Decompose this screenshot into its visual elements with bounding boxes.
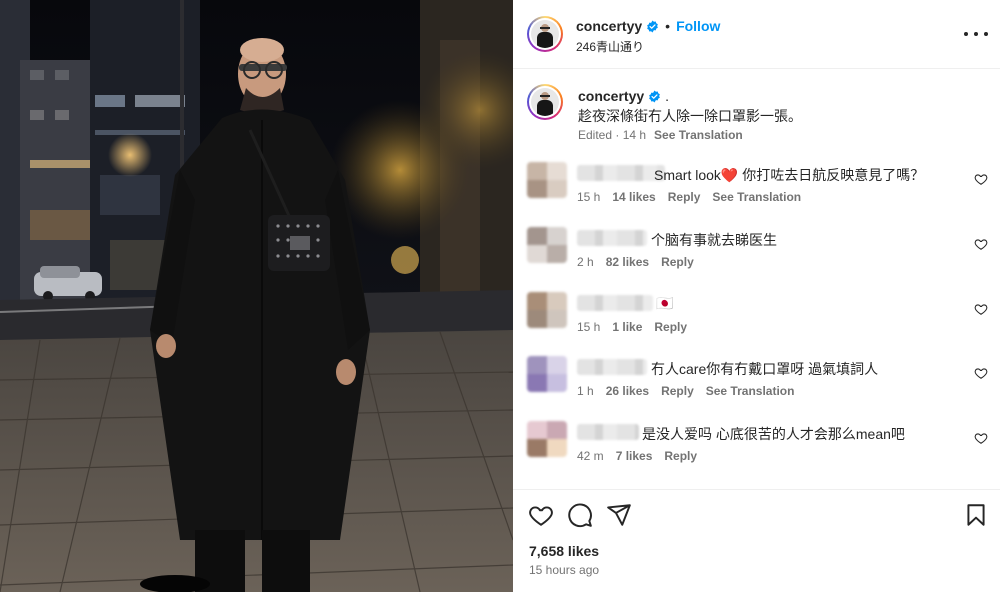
comment-meta: 42 m 7 likes Reply — [577, 449, 709, 463]
heart-outline-icon[interactable] — [974, 366, 988, 380]
commenter-avatar-blurred[interactable] — [527, 162, 567, 198]
comment-reply-button[interactable]: Reply — [654, 320, 687, 334]
caption-author-avatar[interactable] — [527, 84, 563, 120]
actions-divider — [513, 489, 1000, 490]
commenter-avatar-blurred[interactable] — [527, 292, 567, 328]
comment-icon[interactable] — [567, 502, 593, 528]
comment-time: 42 m — [577, 449, 604, 463]
heart-outline-icon[interactable] — [974, 237, 988, 251]
caption-see-translation-link[interactable]: See Translation — [654, 128, 743, 142]
comment-reply-button[interactable]: Reply — [668, 190, 701, 204]
verified-badge-icon — [649, 90, 661, 102]
photo-night-street-man-in-black-coat — [0, 0, 513, 592]
caption-text: 趁夜深條街冇人除一除口罩影一張。 — [578, 108, 802, 124]
comment-likes[interactable]: 7 likes — [616, 449, 653, 463]
comment-meta: 15 h 14 likes Reply See Translation — [577, 190, 813, 204]
commenter-username-blurred[interactable] — [577, 424, 639, 440]
commenter-avatar-blurred[interactable] — [527, 227, 567, 263]
commenter-avatar-blurred[interactable] — [527, 421, 567, 457]
heart-icon[interactable] — [528, 502, 554, 528]
caption-edited-time: Edited · 14 h — [578, 128, 647, 142]
comment-meta: 1 h 26 likes Reply See Translation — [577, 384, 806, 398]
commenter-username-blurred[interactable] — [577, 359, 647, 375]
post-header: concertyy • Follow 246青山通り — [513, 0, 1000, 69]
comment-text: Smart look❤️ 你打咗去日航反映意見了嗎？ — [654, 167, 925, 183]
author-row: concertyy • Follow — [576, 18, 720, 34]
comment-time: 15 h — [577, 320, 601, 334]
author-username[interactable]: concertyy — [576, 18, 642, 34]
comment-reply-button[interactable]: Reply — [664, 449, 697, 463]
caption-trailing-dot: . — [665, 88, 670, 104]
post-detail-panel: concertyy • Follow 246青山通り concertyy . 趁… — [513, 0, 1000, 592]
likes-count[interactable]: 7,658 likes — [529, 543, 599, 559]
comment-text: 🇯🇵 — [656, 295, 674, 311]
comment-meta: 2 h 82 likes Reply — [577, 255, 706, 269]
caption-username[interactable]: concertyy — [578, 88, 644, 104]
heart-outline-icon[interactable] — [974, 431, 988, 445]
comment-time: 15 h — [577, 190, 601, 204]
bookmark-icon[interactable] — [963, 502, 989, 528]
comment-item: 🇯🇵 15 h 1 like Reply — [513, 292, 1000, 352]
commenter-username-blurred[interactable] — [577, 230, 647, 246]
comment-item: 是没人爱吗 心底很苦的人才会那么mean吧 42 m 7 likes Reply — [513, 421, 1000, 481]
post-photo[interactable] — [0, 0, 513, 592]
commenter-username-blurred[interactable] — [577, 165, 665, 181]
comment-text: 是没人爱吗 心底很苦的人才会那么mean吧 — [642, 426, 905, 442]
heart-outline-icon[interactable] — [974, 172, 988, 186]
verified-badge-icon — [647, 20, 659, 32]
comment-likes[interactable]: 26 likes — [606, 384, 649, 398]
comment-reply-button[interactable]: Reply — [661, 384, 694, 398]
comment-see-translation-link[interactable]: See Translation — [712, 190, 801, 204]
commenter-avatar-blurred[interactable] — [527, 356, 567, 392]
share-icon[interactable] — [606, 502, 632, 528]
caption-author-row: concertyy . — [578, 88, 669, 104]
comment-time: 2 h — [577, 255, 594, 269]
comment-likes[interactable]: 14 likes — [612, 190, 655, 204]
commenter-username-blurred[interactable] — [577, 295, 653, 311]
post-location[interactable]: 246青山通り — [576, 38, 644, 55]
comment-text: 个脑有事就去睇医生 — [651, 232, 777, 248]
comment-item: Smart look❤️ 你打咗去日航反映意見了嗎？ 15 h 14 likes R… — [513, 162, 1000, 222]
post-caption: concertyy . 趁夜深條街冇人除一除口罩影一張。 Edited · 14… — [513, 70, 1000, 152]
comment-item: 冇人care你有冇戴口罩呀 過氣填詞人 1 h 26 likes Reply See … — [513, 356, 1000, 416]
comment-see-translation-link[interactable]: See Translation — [706, 384, 795, 398]
comment-likes[interactable]: 82 likes — [606, 255, 649, 269]
comment-time: 1 h — [577, 384, 594, 398]
follow-button[interactable]: Follow — [676, 18, 720, 34]
comment-item: 个脑有事就去睇医生 2 h 82 likes Reply — [513, 227, 1000, 287]
more-horizontal-icon[interactable] — [964, 24, 988, 44]
author-avatar[interactable] — [527, 16, 563, 52]
comment-text: 冇人care你有冇戴口罩呀 過氣填詞人 — [651, 361, 879, 377]
heart-outline-icon[interactable] — [974, 302, 988, 316]
caption-meta: Edited · 14 h See Translation — [578, 128, 743, 142]
comment-meta: 15 h 1 like Reply — [577, 320, 699, 334]
comment-reply-button[interactable]: Reply — [661, 255, 694, 269]
post-time-ago: 15 hours ago — [529, 563, 600, 577]
separator-dot: • — [665, 18, 671, 34]
comment-likes[interactable]: 1 like — [612, 320, 642, 334]
